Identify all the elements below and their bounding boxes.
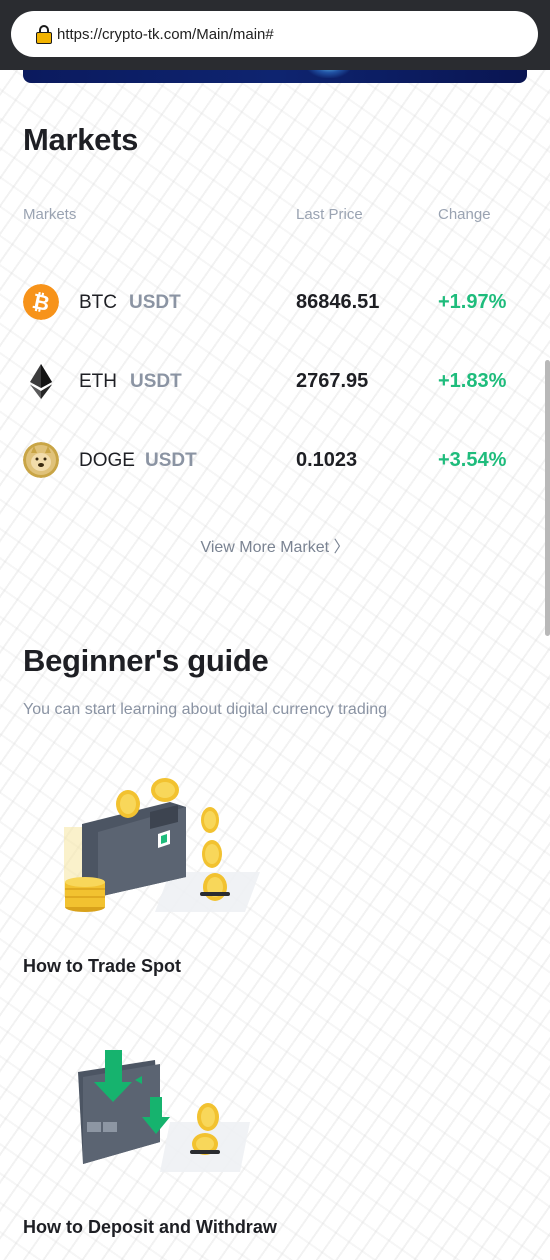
market-quote: USDT (129, 292, 181, 313)
column-header-markets: Markets (23, 206, 77, 223)
market-row-doge[interactable]: DOGE USDT 0.1023 +3.54% (0, 440, 550, 480)
ethereum-icon (30, 364, 52, 399)
wallet-coins-illustration[interactable] (50, 772, 280, 922)
market-change: +1.83% (438, 370, 507, 392)
address-bar[interactable]: https://crypto-tk.com/Main/main# (11, 11, 538, 57)
market-quote: USDT (145, 450, 197, 471)
dogecoin-icon (23, 442, 59, 478)
market-row-btc[interactable]: ₿ BTC USDT 86846.51 +1.97% (0, 282, 550, 322)
market-symbol: DOGE (79, 450, 135, 471)
guide-item-deposit-withdraw[interactable]: How to Deposit and Withdraw (23, 1217, 277, 1238)
market-symbol: ETH (79, 371, 117, 392)
market-quote: USDT (130, 371, 182, 392)
card-deposit-illustration[interactable] (50, 1042, 280, 1177)
markets-title: Markets (23, 122, 139, 157)
bitcoin-icon: ₿ (23, 284, 59, 320)
market-change: +3.54% (438, 449, 507, 471)
guide-subtitle: You can start learning about digital cur… (23, 701, 388, 718)
guide-item-trade-spot[interactable]: How to Trade Spot (23, 956, 181, 977)
market-last-price: 2767.95 (296, 370, 369, 392)
guide-title: Beginner's guide (23, 643, 269, 678)
url-text[interactable]: https://crypto-tk.com/Main/main# (57, 26, 274, 43)
market-last-price: 86846.51 (296, 291, 380, 313)
market-symbol: BTC (79, 292, 117, 313)
market-last-price: 0.1023 (296, 449, 358, 471)
market-row-eth[interactable]: ETH USDT 2767.95 +1.83% (0, 361, 550, 401)
lock-icon (36, 24, 52, 44)
column-header-change: Change (438, 206, 491, 223)
column-header-last-price: Last Price (296, 206, 363, 223)
view-more-market-link[interactable]: View More Market 〉 (0, 533, 550, 557)
page-scrollbar[interactable] (545, 360, 550, 636)
browser-toolbar: https://crypto-tk.com/Main/main# (0, 0, 550, 70)
market-change: +1.97% (438, 291, 507, 313)
